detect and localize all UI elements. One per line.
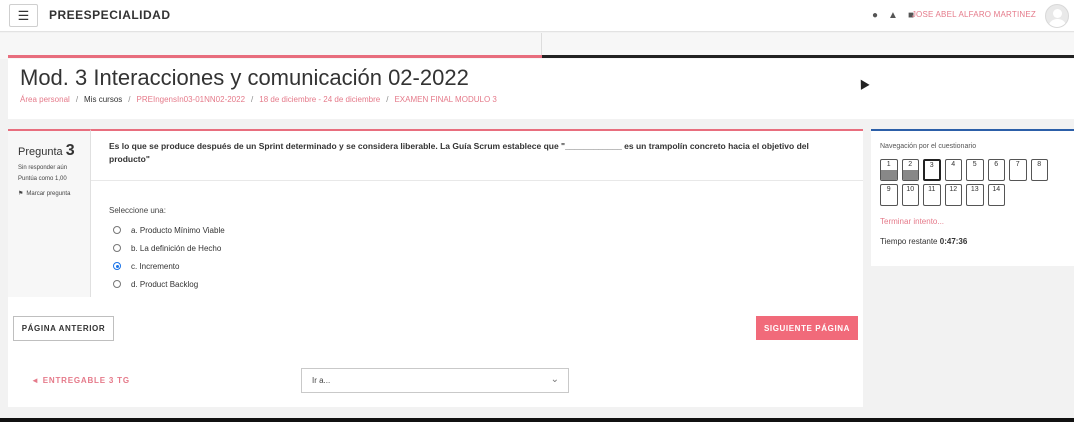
breadcrumb-item-exam[interactable]: EXAMEN FINAL MODULO 3 [394,95,496,104]
question-content: Es lo que se produce después de un Sprin… [91,129,863,297]
answer-option-label: c. Incremento [131,261,180,271]
breadcrumb-separator: / [251,95,254,104]
breadcrumb-separator: / [386,95,389,104]
quiz-navigation-title: Navegación por el cuestionario [880,143,977,150]
timer-label: Tiempo restante [880,237,938,246]
question-text: Es lo que se produce después de un Sprin… [91,129,863,181]
quiz-nav-question-4[interactable]: 4 [944,159,962,181]
select-prompt: Seleccione una: [109,206,166,215]
breadcrumb-separator: / [128,95,131,104]
quiz-nav-question-12[interactable]: 12 [944,184,962,206]
quiz-nav-question-3[interactable]: 3 [923,159,941,181]
quiz-nav-question-5[interactable]: 5 [966,159,984,181]
quiz-nav-question-6[interactable]: 6 [987,159,1005,181]
question-points: Puntúa como 1,00 [18,176,67,182]
breadcrumb-separator: / [75,95,79,104]
bottom-bar [0,418,1074,422]
breadcrumb-item-area-personal[interactable]: Área personal [20,95,70,104]
quiz-nav-question-10[interactable]: 10 [901,184,919,206]
answer-option-d[interactable]: d. Product Backlog [113,275,225,293]
previous-page-button[interactable]: PÁGINA ANTERIOR [13,316,114,341]
question-panel: Pregunta 3 Sin responder aún Puntúa como… [8,129,863,407]
radio-button-selected[interactable] [113,262,121,270]
breadcrumb-item-course[interactable]: PREIngensIn03-01NN02-2022 [137,95,246,104]
quiz-nav-question-14[interactable]: 14 [987,184,1005,206]
flag-question-button[interactable]: ⚑ Marcar pregunta [18,190,81,198]
time-remaining: Tiempo restante 0:47:36 [880,237,1065,246]
progress-strip [0,33,1074,59]
answer-option-label: b. La definición de Hecho [131,243,222,253]
globe-icon[interactable]: ● [872,10,878,21]
quiz-navigation-grid: 1 2 3 4 5 6 7 8 9 10 11 12 13 14 [880,159,1070,206]
answer-options: a. Producto Mínimo Viable b. La definici… [113,221,225,293]
avatar[interactable] [1045,4,1069,28]
progress-divider [541,33,542,55]
user-menu-name[interactable]: JOSE ABEL ALFARO MARTINEZ [912,10,1036,19]
question-number-label: Pregunta 3 [18,142,81,160]
chevron-down-icon: ⌄ [550,374,559,385]
progress-line-right [542,55,1074,58]
quiz-navigation-panel: Navegación por el cuestionario 1 2 3 4 5… [871,129,1074,266]
quiz-nav-question-13[interactable]: 13 [966,184,984,206]
progress-line-left [8,55,542,58]
breadcrumb-item-week[interactable]: 18 de diciembre - 24 de diciembre [259,95,380,104]
question-number: 3 [65,142,75,159]
hamburger-menu-button[interactable]: ☰ [9,4,38,27]
bell-icon[interactable]: ▲ [888,10,898,21]
top-navbar: ☰ PREESPECIALIDAD ● ▲ ■ JOSE ABEL ALFARO… [0,0,1074,32]
hamburger-icon: ☰ [17,7,30,23]
flag-icon: ⚑ [18,191,24,197]
quiz-nav-question-11[interactable]: 11 [923,184,941,206]
quiz-nav-question-9[interactable]: 9 [880,184,898,206]
timer-value: 0:47:36 [939,237,968,246]
previous-activity-link[interactable]: ◄ ENTREGABLE 3 TG [31,376,130,385]
quiz-nav-question-8[interactable]: 8 [1030,159,1048,181]
question-info: Pregunta 3 Sin responder aún Puntúa como… [8,129,91,297]
jump-to-select[interactable]: Ir a... ⌄ [301,368,569,393]
breadcrumb: Área personal / Mis cursos / PREIngensIn… [20,95,497,104]
site-title[interactable]: PREESPECIALIDAD [49,8,171,22]
page-title: Mod. 3 Interacciones y comunicación 02-2… [20,65,469,90]
page-header: Mod. 3 Interacciones y comunicación 02-2… [8,59,1074,119]
flag-question-label: Marcar pregunta [26,190,71,197]
finish-attempt-link[interactable]: Terminar intento... [880,217,1065,226]
answer-option-label: a. Producto Mínimo Viable [131,225,225,235]
quiz-nav-question-7[interactable]: 7 [1009,159,1027,181]
jump-to-value: Ir a... [312,376,331,385]
radio-button[interactable] [113,226,121,234]
radio-button[interactable] [113,280,121,288]
question-status: Sin responder aún [18,165,68,171]
quiz-nav-question-1[interactable]: 1 [880,159,898,181]
answer-option-label: d. Product Backlog [131,279,199,289]
quiz-nav-question-2[interactable]: 2 [901,159,919,181]
answer-option-a[interactable]: a. Producto Mínimo Viable [113,221,225,239]
question-label: Pregunta [18,146,63,158]
next-page-button[interactable]: SIGUIENTE PÁGINA [756,316,858,340]
answer-option-c[interactable]: c. Incremento [113,257,225,275]
radio-button[interactable] [113,244,121,252]
answer-option-b[interactable]: b. La definición de Hecho [113,239,225,257]
top-icons: ● ▲ ■ [872,10,914,21]
breadcrumb-item-mis-cursos: Mis cursos [84,95,123,104]
